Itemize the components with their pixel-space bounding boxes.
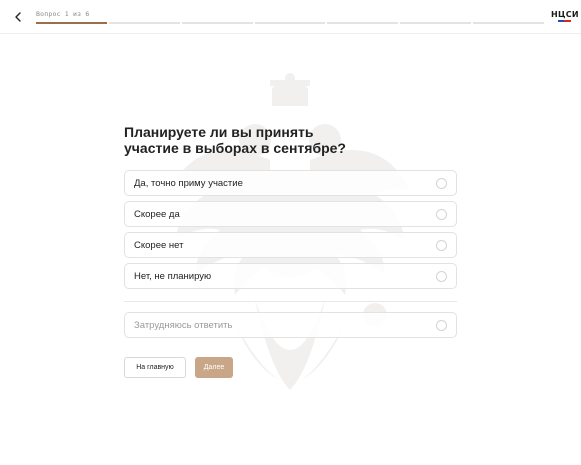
answer-option-definitely-yes[interactable]: Да, точно приму участие — [124, 170, 457, 196]
radio-button[interactable] — [436, 271, 447, 282]
question-line: участие в выборах в сентябре? — [124, 140, 346, 156]
option-label: Да, точно приму участие — [134, 178, 243, 189]
top-bar: Вопрос 1 из 6 НЦСИ — [0, 0, 581, 34]
options-divider — [124, 301, 457, 302]
answer-option-rather-no[interactable]: Скорее нет — [124, 232, 457, 258]
option-label: Скорее нет — [134, 240, 184, 251]
answer-option-hard-to-say[interactable]: Затрудняюсь ответить — [124, 312, 457, 338]
progress-segment — [327, 22, 399, 24]
radio-button[interactable] — [436, 240, 447, 251]
action-buttons: На главную Далее — [124, 357, 233, 378]
flag-stripe — [557, 20, 565, 22]
logo: НЦСИ — [551, 10, 579, 24]
flag-stripe — [551, 20, 558, 22]
answer-option-no[interactable]: Нет, не планирую — [124, 263, 457, 289]
radio-button[interactable] — [436, 178, 447, 189]
progress-segment — [473, 22, 545, 24]
option-label: Нет, не планирую — [134, 271, 212, 282]
progress-segment — [400, 22, 472, 24]
progress-segment — [181, 22, 253, 24]
chevron-left-icon[interactable] — [11, 10, 25, 24]
flag-stripe — [564, 20, 572, 22]
question-line: Планируете ли вы принять — [124, 124, 314, 140]
answer-options: Да, точно приму участие Скорее да Скорее… — [124, 170, 457, 343]
logo-text: НЦСИ — [551, 10, 579, 19]
logo-flag — [551, 20, 572, 22]
answer-option-rather-yes[interactable]: Скорее да — [124, 201, 457, 227]
progress-bar — [36, 22, 545, 24]
radio-button[interactable] — [436, 320, 447, 331]
next-button[interactable]: Далее — [195, 357, 233, 378]
option-label: Затрудняюсь ответить — [134, 320, 233, 331]
progress-segment — [108, 22, 180, 24]
progress-label: Вопрос 1 из 6 — [36, 10, 90, 18]
home-button[interactable]: На главную — [124, 357, 186, 378]
option-label: Скорее да — [134, 209, 180, 220]
radio-button[interactable] — [436, 209, 447, 220]
progress-segment — [36, 22, 107, 24]
progress-segment — [254, 22, 326, 24]
question-title: Планируете ли вы принять участие в выбор… — [124, 124, 384, 156]
